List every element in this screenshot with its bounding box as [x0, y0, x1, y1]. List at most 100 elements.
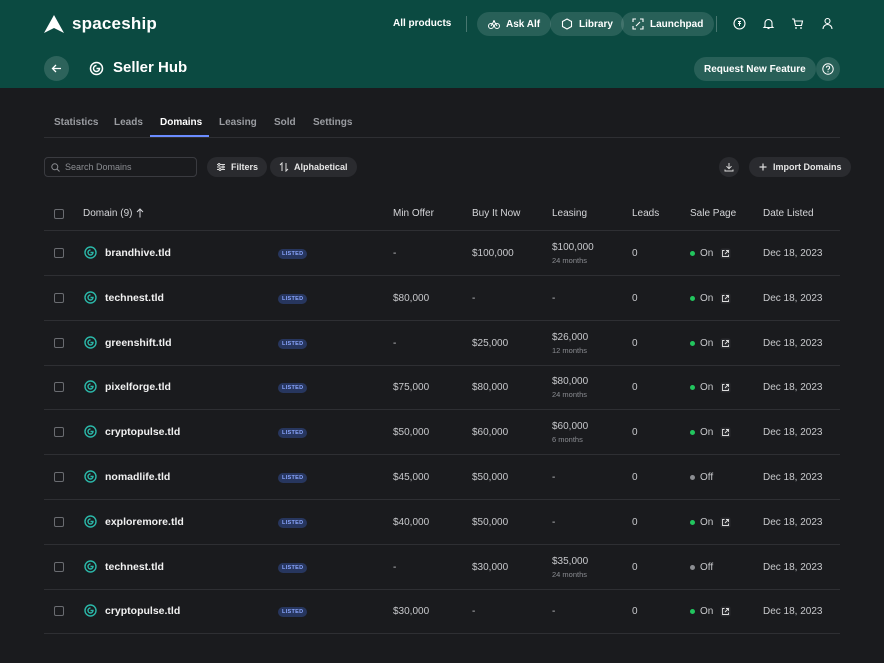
buy-it-now-value: $25,000 — [472, 337, 509, 349]
table-row[interactable]: cryptopulse.tld LISTED $30,000 - - 0 On Dec 18,… — [44, 589, 840, 635]
column-leasing: Leasing — [552, 208, 588, 219]
leads-value: 0 — [632, 472, 638, 483]
table-row[interactable]: pixelforge.tld LISTED $75,000 $80,000 $80,00… — [44, 365, 840, 411]
domain-name[interactable]: exploremore.tld — [105, 516, 184, 528]
status-badge: LISTED — [278, 338, 308, 349]
tab-sold[interactable]: Sold — [274, 117, 296, 128]
external-link-icon[interactable] — [720, 517, 731, 528]
tab-settings[interactable]: Settings — [313, 117, 352, 128]
tab-leads[interactable]: Leads — [114, 117, 143, 128]
table-row[interactable]: nomadlife.tld LISTED $45,000 $50,000 - 0 Off De… — [44, 455, 840, 500]
table-row[interactable]: cryptopulse.tld LISTED $50,000 $60,000 $60,0… — [44, 410, 840, 456]
buy-it-now-value: $80,000 — [472, 382, 509, 394]
domain-icon — [84, 246, 97, 259]
bicycle-icon — [488, 20, 500, 29]
tab-statistics[interactable]: Statistics — [54, 117, 98, 128]
row-checkbox[interactable] — [54, 561, 64, 572]
ask-alf-button[interactable]: Ask Alf — [477, 12, 552, 36]
date-listed-value: Dec 18, 2023 — [763, 292, 823, 304]
leasing-value: - — [552, 606, 556, 618]
sort-button[interactable]: Alphabetical — [270, 157, 357, 177]
external-link-icon[interactable] — [720, 338, 731, 349]
download-button[interactable] — [719, 157, 739, 177]
bell-icon[interactable] — [762, 17, 775, 30]
sale-page-status: On — [700, 337, 714, 349]
help-button[interactable] — [816, 57, 840, 81]
user-icon[interactable] — [821, 17, 834, 30]
leads-value: 0 — [632, 382, 638, 394]
leads-value: 0 — [632, 606, 638, 618]
min-offer-value: $80,000 — [393, 292, 430, 304]
status-badge: LISTED — [278, 249, 308, 259]
external-link-icon[interactable] — [720, 427, 731, 438]
sale-page-status: Off — [700, 561, 714, 573]
divider — [466, 16, 467, 32]
external-link-icon[interactable] — [720, 382, 731, 393]
domain-name[interactable]: cryptopulse.tld — [105, 426, 180, 438]
question-icon — [822, 63, 834, 75]
row-checkbox[interactable] — [54, 337, 64, 348]
download-icon — [724, 163, 734, 172]
all-products-link[interactable]: All products — [393, 18, 451, 29]
sale-page-status: On — [700, 606, 714, 618]
domain-name[interactable]: technest.tld — [105, 561, 164, 573]
table-header: Domain (9) Min Offer Buy It Now Leasing … — [44, 196, 840, 231]
launchpad-button[interactable]: Launchpad — [621, 12, 715, 36]
back-button[interactable] — [44, 56, 69, 81]
launchpad-label: Launchpad — [650, 18, 704, 30]
status-badge: LISTED — [278, 517, 308, 528]
min-offer-value: $45,000 — [393, 472, 430, 483]
table-row[interactable]: greenshift.tld LISTED - $25,000 $26,000 12 mo… — [44, 321, 840, 366]
table-row[interactable]: technest.tld LISTED - $30,000 $35,000 24 mont… — [44, 545, 840, 590]
tab-leasing[interactable]: Leasing — [219, 117, 257, 128]
domain-name[interactable]: brandhive.tld — [105, 247, 171, 259]
domain-name[interactable]: pixelforge.tld — [105, 381, 171, 393]
status-badge: LISTED — [278, 383, 308, 394]
tab-domains[interactable]: Domains — [160, 117, 202, 128]
brand-logo[interactable]: spaceship — [44, 14, 157, 34]
row-checkbox[interactable] — [54, 248, 64, 258]
column-domain[interactable]: Domain (9) — [83, 208, 132, 219]
domain-name[interactable]: greenshift.tld — [105, 337, 172, 349]
status-badge: LISTED — [278, 473, 308, 483]
column-buy-it-now: Buy It Now — [472, 208, 521, 219]
leasing-value: $60,000 — [552, 421, 589, 433]
row-checkbox[interactable] — [54, 292, 64, 303]
leasing-value: $100,000 — [552, 242, 594, 253]
filters-button[interactable]: Filters — [207, 157, 268, 177]
external-link-icon[interactable] — [720, 248, 731, 259]
active-tab-indicator — [150, 135, 209, 137]
status-dot — [690, 295, 695, 301]
buy-it-now-value: $50,000 — [472, 472, 509, 483]
search-input[interactable] — [65, 162, 190, 172]
external-link-icon[interactable] — [720, 293, 731, 304]
row-checkbox[interactable] — [54, 427, 64, 438]
date-listed-value: Dec 18, 2023 — [763, 516, 823, 528]
buy-it-now-value: $50,000 — [472, 516, 509, 528]
row-checkbox[interactable] — [54, 472, 64, 482]
domain-name[interactable]: nomadlife.tld — [105, 471, 170, 483]
library-button[interactable]: Library — [550, 12, 624, 36]
external-link-icon[interactable] — [720, 606, 731, 617]
status-dot — [690, 475, 695, 480]
row-checkbox[interactable] — [54, 516, 64, 527]
table-row[interactable]: brandhive.tld LISTED - $100,000 $100,000 24 m… — [44, 231, 840, 276]
status-dot — [690, 251, 695, 256]
page-title: Seller Hub — [113, 59, 188, 76]
select-all-checkbox[interactable] — [54, 209, 64, 219]
domain-name[interactable]: cryptopulse.tld — [105, 605, 180, 617]
arrow-up-icon[interactable] — [136, 208, 144, 218]
status-dot — [690, 609, 695, 615]
buy-it-now-value: $100,000 — [472, 248, 514, 259]
currency-icon[interactable] — [733, 17, 746, 30]
cart-icon[interactable] — [791, 17, 804, 30]
row-checkbox[interactable] — [54, 382, 64, 393]
request-feature-button[interactable]: Request New Feature — [694, 57, 816, 81]
min-offer-value: $50,000 — [393, 427, 430, 439]
row-checkbox[interactable] — [54, 606, 64, 617]
domain-name[interactable]: technest.tld — [105, 292, 164, 304]
table-row[interactable]: technest.tld LISTED $80,000 - - 0 On Dec 18, 20… — [44, 276, 840, 321]
import-domains-button[interactable]: Import Domains — [749, 157, 851, 177]
table-row[interactable]: exploremore.tld LISTED $40,000 $50,000 - 0 On D… — [44, 500, 840, 545]
divider — [716, 16, 717, 32]
